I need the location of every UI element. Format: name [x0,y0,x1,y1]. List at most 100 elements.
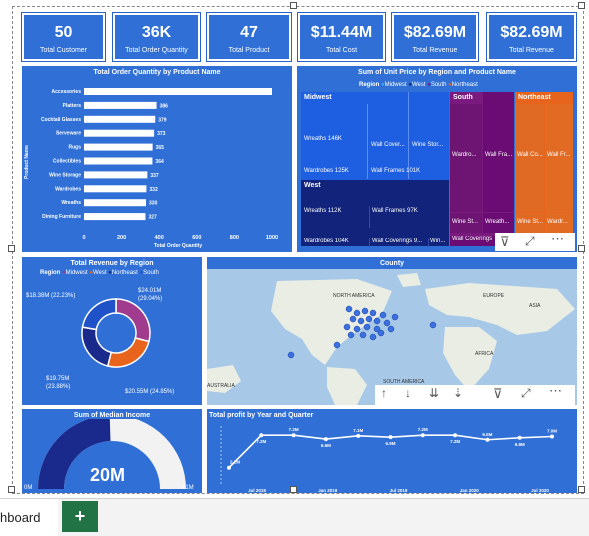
bar[interactable] [84,213,146,221]
gauge-min: 0M [24,485,33,491]
donut-label-midwest: $24.01M [138,288,162,294]
kpi-value: 50 [54,24,73,41]
line-x-label: Jan 2019 [318,488,338,493]
map-label-asia: ASIA [529,303,541,309]
treemap-cell[interactable]: Wall Co... [515,104,544,212]
map-panel[interactable]: County NORTH AMERICA EUROPE ASIA AFRICA … [207,257,577,405]
kpi-total-customer[interactable]: 50 Total Customer [21,12,106,62]
line-point[interactable] [227,465,231,470]
drill-down-icon[interactable]: ↓ [405,386,411,400]
kpi-label: Total Revenue [509,47,554,54]
line-point-label: 2.2M [230,460,240,465]
gauge-panel[interactable]: Sum of Median Income 20M 0M 41M [22,409,202,493]
kpi-total-product[interactable]: 47 Total Product [206,12,292,62]
treemap-cell[interactable]: Wall Frames 97K [369,206,449,228]
bar-xlabel: Total Order Quantity [154,243,202,249]
legend-northeast: Northeast [451,82,478,88]
treemap-cell[interactable]: Wardro... [450,104,482,212]
donut-slice[interactable] [81,326,113,367]
donut-slice[interactable] [115,298,151,343]
more-options-icon[interactable]: ⋯ [551,231,564,247]
treemap-cell[interactable]: Wardrobes 125K [301,164,368,180]
treemap-cell[interactable]: Wine St... [450,213,482,233]
bar[interactable] [84,101,157,109]
bar-category-label: Cocktail Glasses [41,117,81,123]
bar[interactable] [84,129,155,137]
treemap-cell[interactable]: Wall Coverings 9... [369,238,427,247]
line-point[interactable] [420,433,425,438]
go-to-next-level-icon[interactable]: ⇊ [429,386,439,400]
treemap-cell[interactable]: Wreaths 112K [301,206,368,228]
add-sheet-button[interactable]: + [62,501,98,532]
selection-handle[interactable] [578,2,585,9]
selection-handle[interactable] [290,2,297,9]
line-point[interactable] [356,433,361,438]
selection-handle[interactable] [8,486,15,493]
kpi-total-revenue[interactable]: $82.69M Total Revenue [391,12,479,62]
kpi-total-cost[interactable]: $11.44M Total Cost [297,12,386,62]
line-point[interactable] [485,437,490,442]
bar-category-label: Wreaths [61,200,81,206]
treemap-cell[interactable]: Wall Fr... [545,104,573,212]
treemap-cell[interactable]: Wardr... [545,213,573,233]
donut-slice[interactable] [81,298,117,331]
kpi-label: Total Revenue [412,47,458,54]
selection-handle[interactable] [578,245,585,252]
more-options-icon[interactable]: ⋯ [549,383,562,399]
bar[interactable] [84,199,147,207]
treemap-cell[interactable]: Wall Coverings [450,236,500,246]
treemap-cell[interactable]: Wine St... [515,213,544,233]
donut-panel[interactable]: Total Revenue by Region Region ●Midwest … [22,257,202,405]
kpi-label: Total Customer [39,47,88,54]
selection-handle[interactable] [8,245,15,252]
map-label-europe: EUROPE [483,293,505,299]
expand-hierarchy-icon[interactable]: ⇣ [453,386,463,400]
line-point[interactable] [388,435,393,440]
legend-south: South [143,270,159,276]
donut-slice[interactable] [106,337,150,368]
filter-icon[interactable]: ⊽ [493,386,503,402]
focus-mode-icon[interactable]: ⤢ [525,234,535,249]
selection-handle[interactable] [290,486,297,493]
line-point-label: 7.2M [256,439,266,444]
line-point[interactable] [517,435,522,440]
bar[interactable] [84,171,148,179]
line-x-label: Jul 2019 [390,488,408,493]
line-point[interactable] [550,434,554,439]
selection-handle[interactable] [578,486,585,493]
bar-category-label: Accessories [52,89,82,95]
bar[interactable] [84,157,153,165]
line-point[interactable] [323,437,328,442]
treemap-cell[interactable]: Win... [428,238,449,247]
tab-dashboard[interactable]: hboard [0,499,58,536]
treemap-cell[interactable]: Wall Fra... [483,92,514,212]
profit-line-chart: 2.2M 7.2M 7.2M 6.6M 7.1M 6.9M 7.2M 7.2M 6.5M 6.8M… [220,426,557,493]
bar-category-label: Dining Furniture [42,214,81,220]
drill-up-icon[interactable]: ↑ [381,386,387,400]
line-point[interactable] [453,433,458,438]
legend-midwest: Midwest [65,270,88,276]
bar[interactable] [84,185,147,193]
line-point[interactable] [259,433,264,438]
treemap-panel[interactable]: Sum of Unit Price by Region and Product … [297,66,577,252]
treemap-cell[interactable]: Wardrobes 104K [301,238,368,247]
kpi-total-revenue-2[interactable]: $82.69M Total Revenue [486,12,577,62]
treemap-cell[interactable]: Wreath... [483,213,514,233]
bar-tick-label: 1000 [266,235,278,241]
filter-icon[interactable]: ⊽ [500,234,510,250]
bar[interactable] [84,143,153,151]
donut-label-south: $18.38M (22.23%) [26,293,76,299]
bar-chart-panel[interactable]: Total Order Quantity by Product Name Pro… [22,66,292,252]
profit-line-panel[interactable]: Total profit by Year and Quarter 2.2M 7.2… [207,409,577,493]
visual-toolbar: ⊽ ⤢ ⋯ [495,231,575,251]
focus-mode-icon[interactable]: ⤢ [521,386,531,401]
bar[interactable] [84,88,272,95]
treemap-cell[interactable]: Wall Frames 101K [369,164,449,180]
bar-category-label: Platters [63,103,82,109]
bar[interactable] [84,115,156,123]
line-point[interactable] [291,433,296,438]
kpi-total-order-quantity[interactable]: 36K Total Order Quantity [112,12,201,62]
line-point-label: 7.0M [547,429,557,434]
donut-label-northeast-pct: (23.88%) [46,384,71,390]
bar-tick-label: 0 [82,235,85,241]
